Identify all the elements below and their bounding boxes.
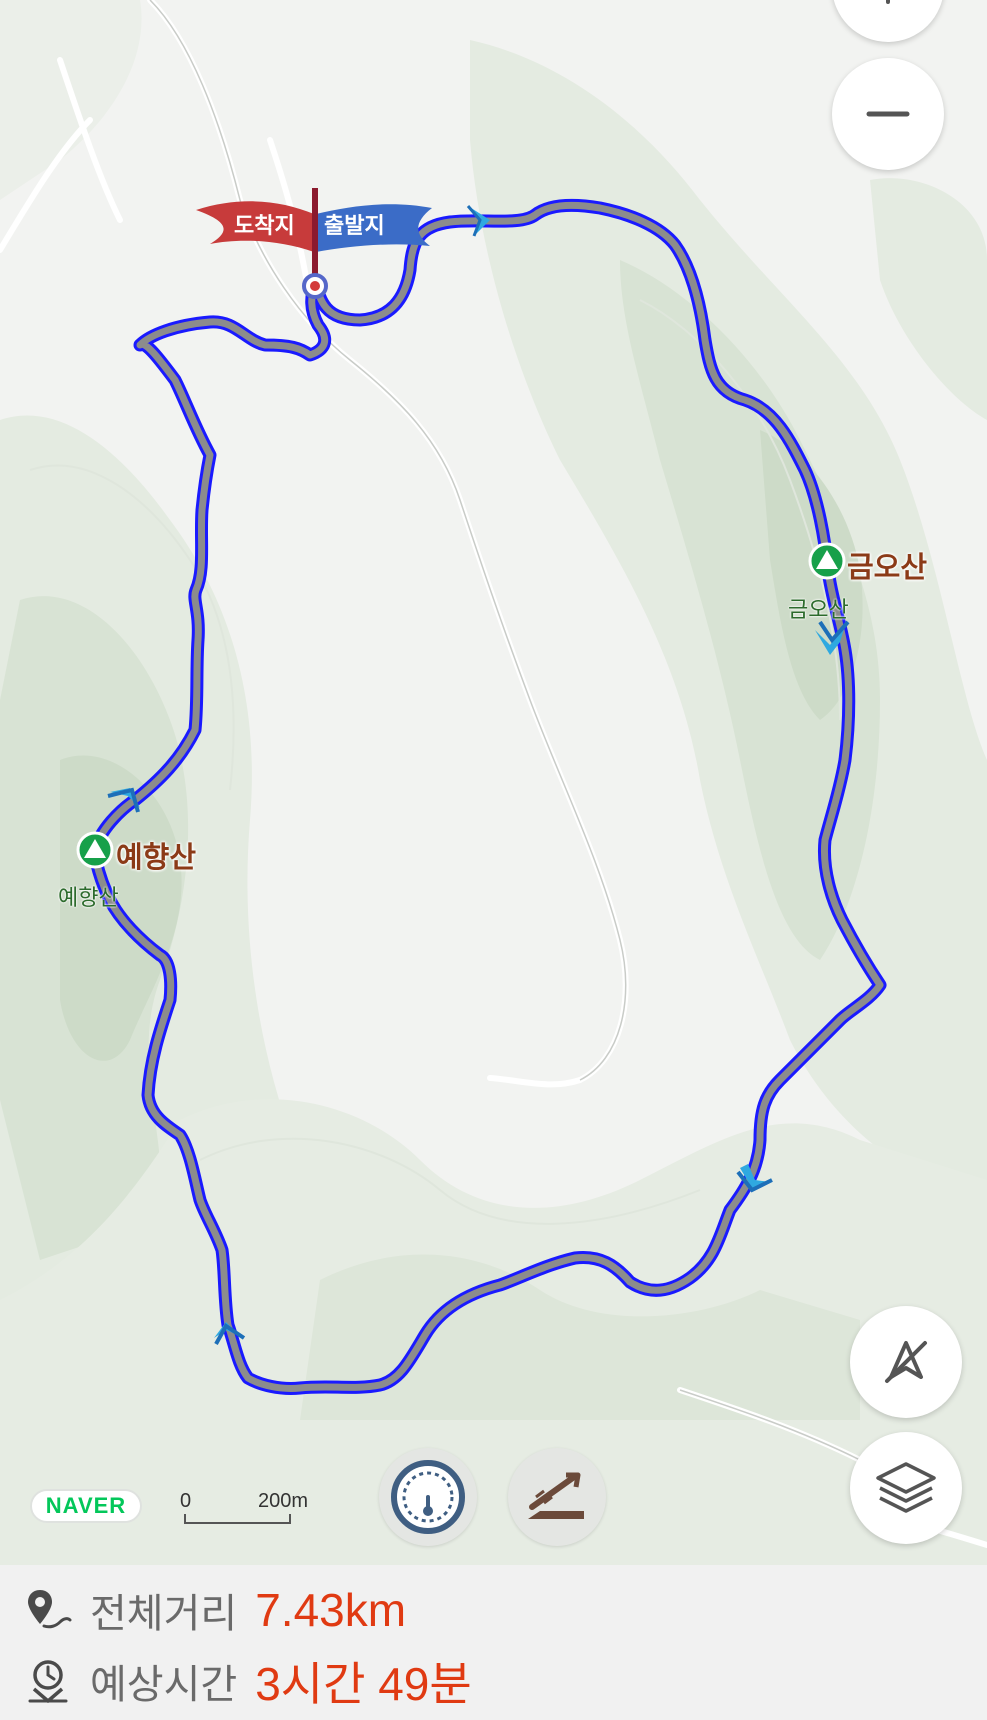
peak-sublabel-geumosan: 금오산 bbox=[788, 598, 849, 623]
peak-label-geumosan[interactable]: 금오산 bbox=[847, 544, 927, 586]
peak-sublabel-yehyangsan: 예향산 bbox=[58, 886, 119, 911]
speedometer-icon bbox=[391, 1460, 465, 1534]
compass-button[interactable] bbox=[850, 1306, 962, 1418]
plus-icon bbox=[886, 0, 890, 4]
peak-label-yehyangsan[interactable]: 예향산 bbox=[116, 834, 196, 876]
distance-row: 전체거리 7.43km bbox=[24, 1580, 406, 1640]
speedometer-button[interactable] bbox=[379, 1448, 477, 1546]
time-label: 예상시간 bbox=[90, 1662, 238, 1708]
scale-zero: 0 bbox=[180, 1490, 192, 1512]
zoom-out-button[interactable] bbox=[832, 58, 944, 170]
route-distance-icon bbox=[28, 1590, 72, 1629]
scale-bar: 0 200m bbox=[178, 1490, 328, 1526]
scale-distance: 200m bbox=[258, 1490, 309, 1512]
peak-marker-yehyangsan bbox=[76, 831, 114, 869]
time-value: 3시간 49분 bbox=[255, 1658, 472, 1710]
compass-disabled-icon bbox=[885, 1341, 927, 1383]
minus-icon bbox=[866, 111, 910, 117]
peak-marker-geumosan bbox=[808, 542, 846, 580]
distance-label: 전체거리 bbox=[90, 1591, 238, 1637]
time-row: 예상시간 3시간 49분 bbox=[24, 1651, 472, 1711]
naver-logo: NAVER bbox=[30, 1489, 142, 1523]
distance-value: 7.43km bbox=[255, 1584, 407, 1636]
layers-icon bbox=[876, 1462, 936, 1513]
start-point-label: 출발지 bbox=[324, 214, 385, 239]
elevation-icon bbox=[528, 1472, 584, 1519]
scale-line bbox=[184, 1514, 291, 1524]
layers-button[interactable] bbox=[850, 1432, 962, 1544]
end-point-label: 도착지 bbox=[234, 214, 295, 239]
route-summary-panel: 전체거리 7.43km 예상시간 3시간 49분 bbox=[0, 1565, 987, 1720]
terrain-layer bbox=[0, 0, 987, 1565]
estimated-time-icon bbox=[28, 1660, 68, 1703]
elevation-button[interactable] bbox=[508, 1448, 606, 1546]
map-view[interactable]: 도착지 출발지 금오산 금오산 예향산 예향산 NAVER 0 200m bbox=[0, 0, 987, 1565]
